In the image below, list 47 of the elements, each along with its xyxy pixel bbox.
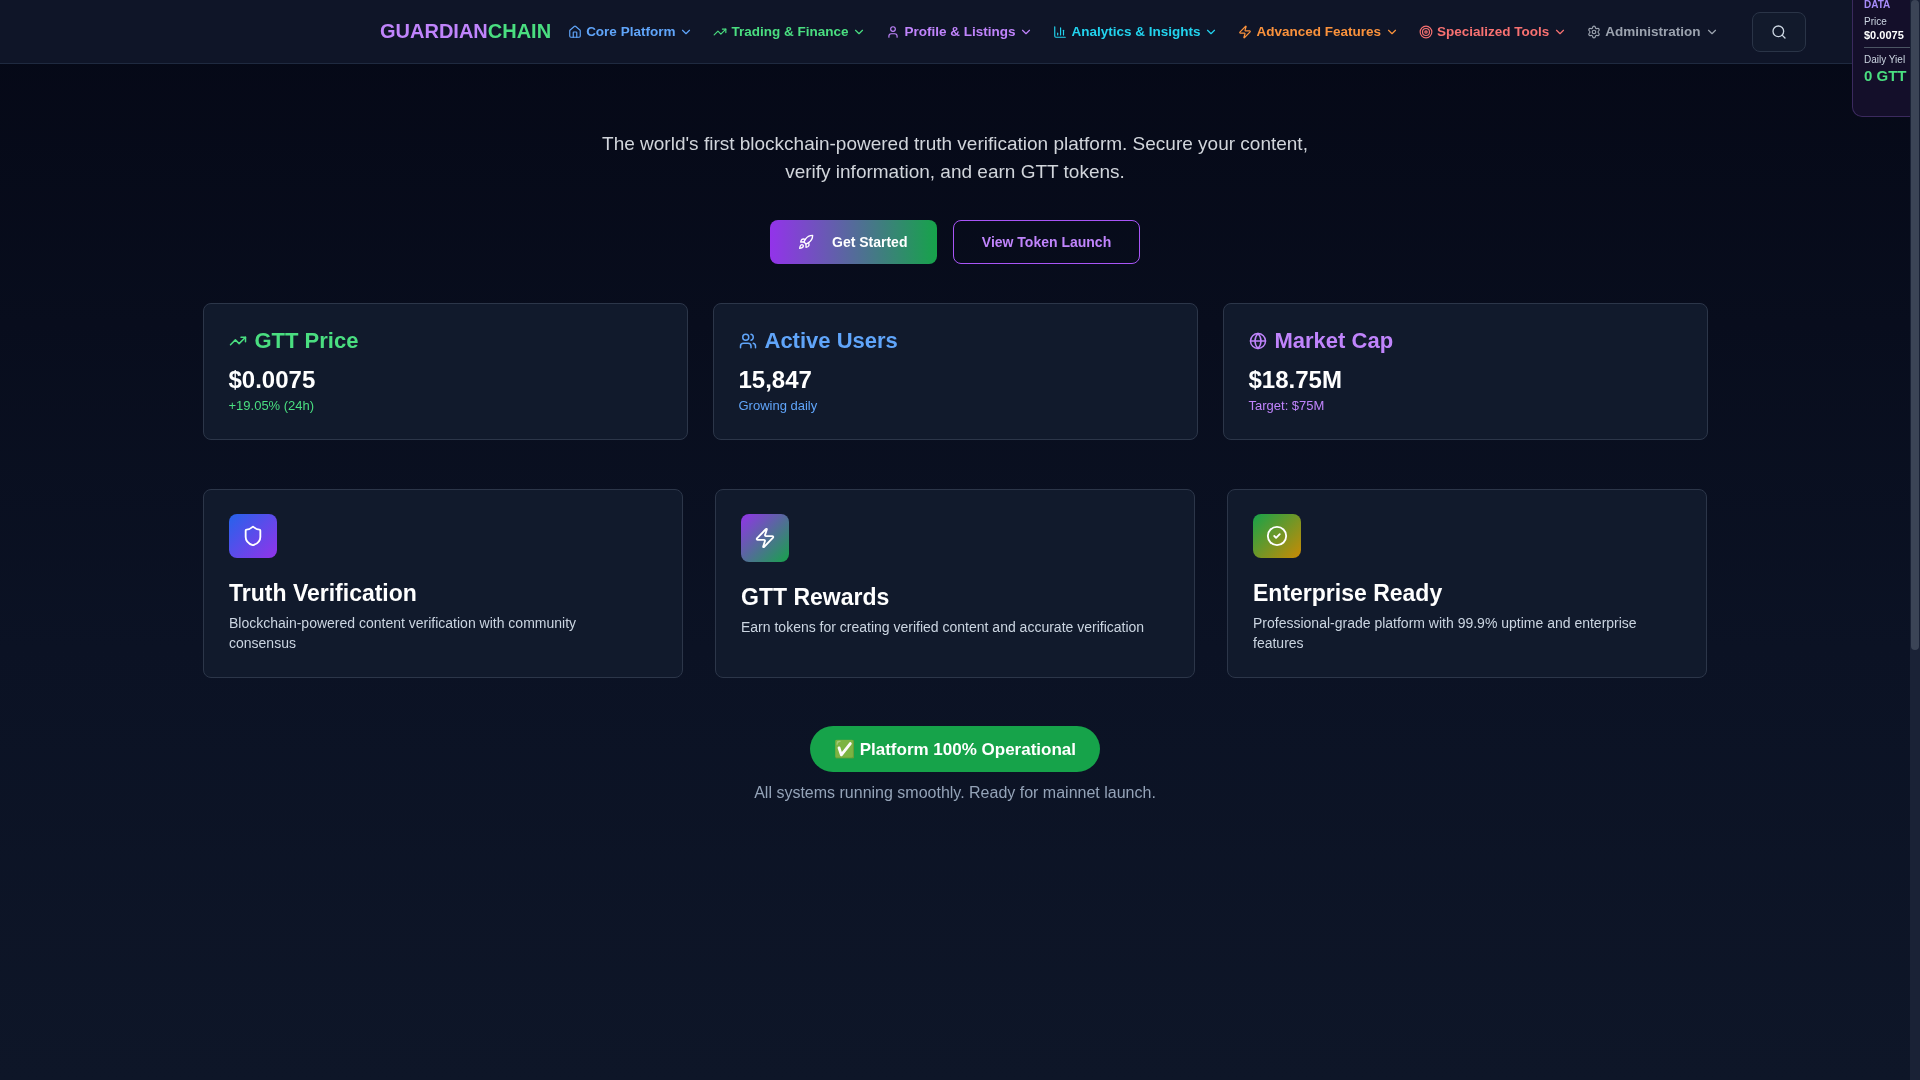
logo[interactable]: GUARDIANCHAIN bbox=[380, 20, 552, 43]
rocket-icon bbox=[798, 234, 814, 250]
stat-value: $18.75M bbox=[1248, 366, 1343, 394]
widget-label: Daily Yiel bbox=[1864, 54, 1907, 65]
target-icon bbox=[1419, 24, 1434, 39]
home-icon bbox=[568, 24, 583, 39]
stat-note: +19.05% (24h) bbox=[228, 398, 316, 413]
feature-description: Professional-grade platform with 99.9% uptime and enterprise features bbox=[1253, 614, 1638, 653]
search-button[interactable] bbox=[1751, 11, 1806, 52]
nav-menu-item[interactable]: Profile & Listings bbox=[879, 18, 1041, 45]
nav-menu-item[interactable]: Trading & Finance bbox=[706, 18, 874, 45]
nav-menu-item[interactable]: Analytics & Insights bbox=[1046, 18, 1226, 45]
gear-icon bbox=[1587, 24, 1602, 39]
status-badge: ✅ Platform 100% Operational bbox=[809, 726, 1101, 772]
widget-title: DATA bbox=[1864, 0, 1892, 10]
stat-value: 15,847 bbox=[738, 366, 813, 394]
hero-subtitle: The world's first blockchain-powered truth verification platform. Secure your content, verify information, and earn GTT tokens. bbox=[601, 132, 1309, 184]
stat-value: $0.0075 bbox=[228, 366, 317, 394]
user-icon bbox=[886, 24, 901, 39]
shield-icon bbox=[229, 514, 277, 558]
widget-value: $0.0075 bbox=[1864, 29, 1905, 41]
widget-label: Price bbox=[1864, 16, 1888, 27]
status-caption: All systems running smoothly. Ready for mainnet launch. bbox=[754, 784, 1156, 802]
token-launch-button[interactable]: View Token Launch bbox=[953, 220, 1140, 264]
nav-menu-item[interactable]: Administration bbox=[1580, 18, 1726, 45]
stat-note: Growing daily bbox=[738, 398, 819, 413]
stat-title: Active Users bbox=[764, 328, 898, 354]
feature-description: Blockchain-powered content verification with community consensus bbox=[229, 614, 578, 653]
scrollbar[interactable] bbox=[1910, 0, 1920, 1080]
bar-chart-icon bbox=[1053, 24, 1068, 39]
search-icon bbox=[1770, 23, 1787, 40]
feature-title: Truth Verification bbox=[229, 580, 418, 607]
globe-icon bbox=[1248, 332, 1267, 350]
nav-menu-item[interactable]: Specialized Tools bbox=[1412, 18, 1575, 45]
feature-title: Enterprise Ready bbox=[1253, 580, 1444, 607]
lightning-icon bbox=[741, 514, 789, 562]
lightning-icon bbox=[1238, 24, 1253, 39]
stat-note: Target: $75M bbox=[1248, 398, 1326, 413]
users-icon bbox=[738, 332, 757, 350]
stat-title: GTT Price bbox=[254, 328, 359, 354]
stat-title: Market Cap bbox=[1274, 328, 1394, 354]
widget-value: 0 GTT bbox=[1864, 67, 1908, 84]
feature-description: Earn tokens for creating verified content and accurate verification bbox=[741, 618, 1146, 637]
get-started-button[interactable]: Get Started bbox=[770, 220, 937, 264]
feature-title: GTT Rewards bbox=[741, 584, 891, 611]
nav-menu-item[interactable]: Advanced Features bbox=[1231, 18, 1407, 45]
nav-menu-item[interactable]: Core Platform bbox=[561, 18, 701, 45]
